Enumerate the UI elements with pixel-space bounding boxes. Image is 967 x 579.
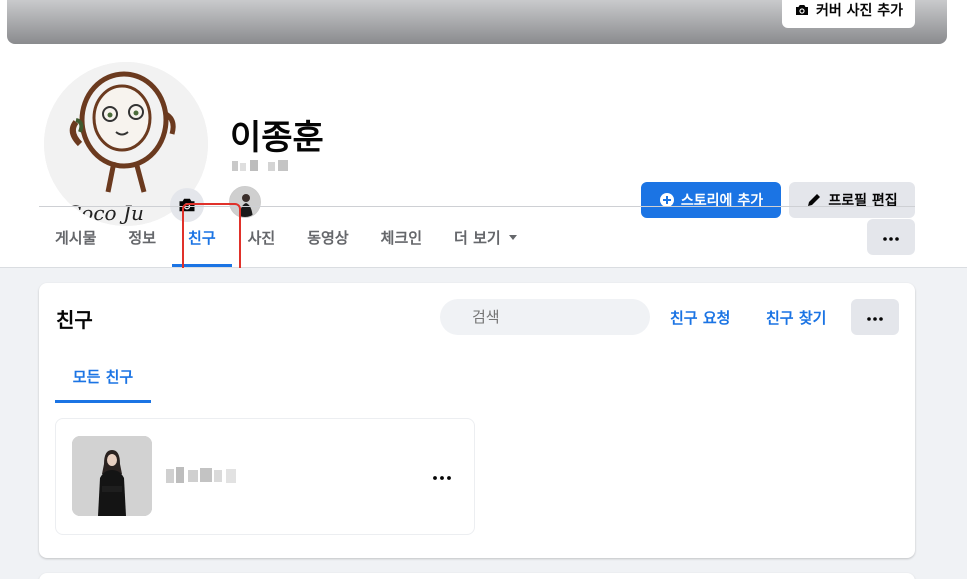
profile-tabs: 게시물 정보 친구 사진 동영상 체크인 더 보기 bbox=[39, 207, 535, 267]
friends-card: 친구 친구 요청 친구 찾기 모든 친구 bbox=[39, 283, 915, 558]
tab-label: 게시물 bbox=[55, 228, 97, 247]
next-section-card bbox=[39, 573, 915, 579]
friend-photo[interactable] bbox=[72, 436, 152, 516]
more-horizontal-icon bbox=[867, 317, 883, 321]
add-to-story-button[interactable]: 스토리에 추가 bbox=[641, 182, 781, 218]
more-horizontal-icon bbox=[433, 476, 451, 480]
tab-friends[interactable]: 친구 bbox=[172, 207, 232, 267]
caret-down-icon bbox=[508, 235, 517, 240]
tab-more[interactable]: 더 보기 bbox=[438, 207, 535, 267]
add-cover-photo-button[interactable]: 커버 사진 추가 bbox=[781, 0, 915, 28]
friend-options-button[interactable] bbox=[426, 464, 458, 488]
tab-label: 체크인 bbox=[380, 228, 423, 247]
tab-checkins[interactable]: 체크인 bbox=[365, 207, 438, 267]
tab-label: 정보 bbox=[128, 228, 157, 247]
find-friends-link[interactable]: 친구 찾기 bbox=[766, 307, 826, 328]
friend-list-item[interactable] bbox=[55, 418, 475, 535]
cover-photo: 커버 사진 추가 bbox=[7, 0, 947, 44]
subtab-label: 모든 친구 bbox=[72, 367, 134, 386]
tab-about[interactable]: 정보 bbox=[112, 207, 172, 267]
tab-label: 사진 bbox=[247, 228, 276, 247]
tab-label: 동영상 bbox=[307, 228, 349, 247]
tab-posts[interactable]: 게시물 bbox=[39, 207, 112, 267]
subtab-all-friends[interactable]: 모든 친구 bbox=[55, 349, 151, 403]
friend-count-blurred bbox=[232, 160, 288, 171]
tab-label: 더 보기 bbox=[454, 228, 501, 247]
add-to-story-label: 스토리에 추가 bbox=[680, 193, 764, 209]
profile-more-button[interactable] bbox=[867, 219, 915, 255]
profile-name: 이종훈 bbox=[230, 118, 324, 158]
tab-videos[interactable]: 동영상 bbox=[291, 207, 364, 267]
tab-photos[interactable]: 사진 bbox=[232, 207, 292, 267]
friends-search-input[interactable] bbox=[440, 299, 650, 335]
tab-label: 친구 bbox=[188, 228, 216, 247]
friend-name-blurred bbox=[166, 467, 236, 483]
friends-more-button[interactable] bbox=[851, 299, 899, 335]
more-horizontal-icon bbox=[883, 237, 899, 241]
edit-profile-button[interactable]: 프로필 편집 bbox=[789, 182, 915, 218]
friends-card-title: 친구 bbox=[56, 308, 93, 332]
add-cover-photo-label: 커버 사진 추가 bbox=[815, 3, 903, 19]
edit-profile-label: 프로필 편집 bbox=[828, 193, 898, 209]
camera-icon bbox=[795, 5, 808, 15]
friend-requests-link[interactable]: 친구 요청 bbox=[670, 307, 730, 328]
